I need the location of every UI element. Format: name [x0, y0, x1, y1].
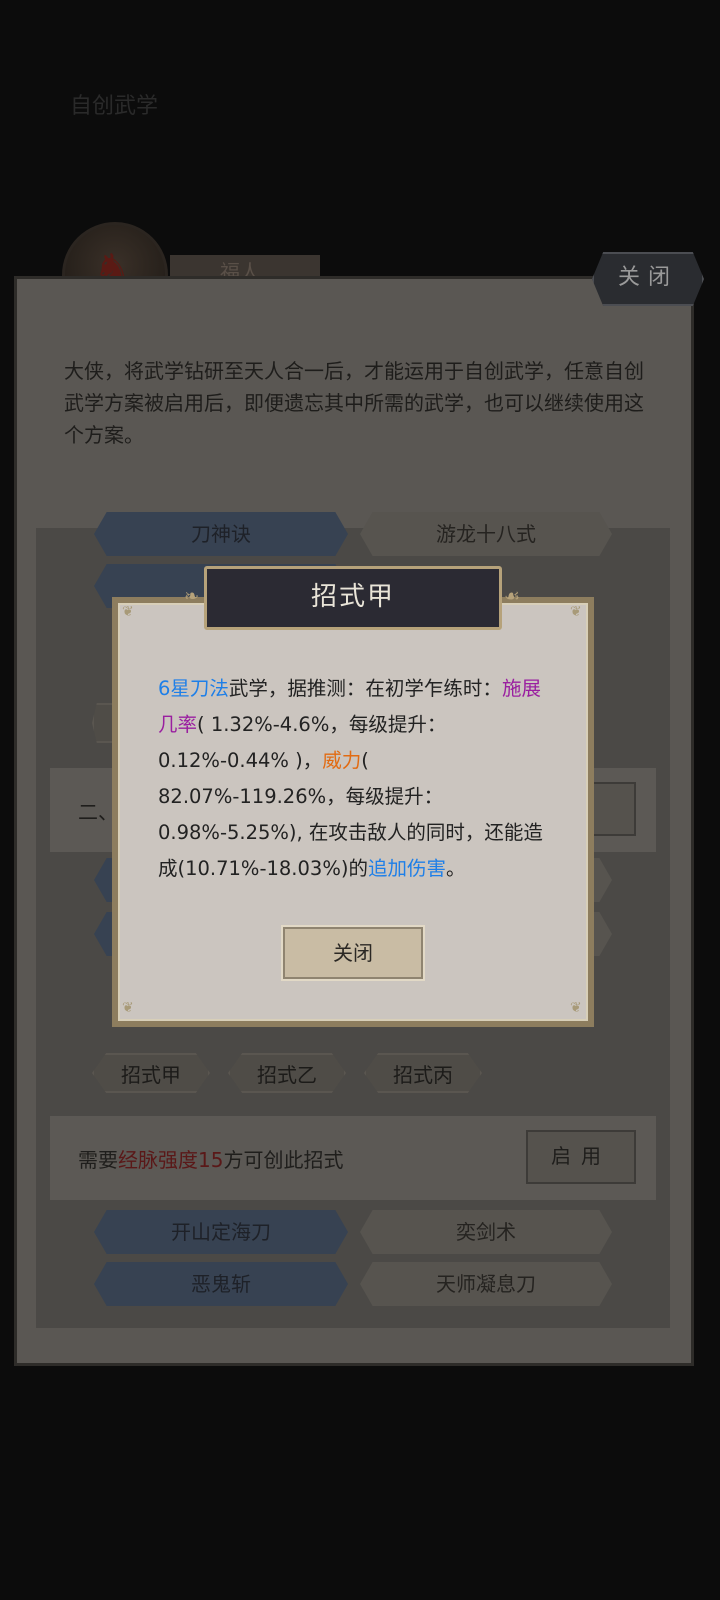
corner-ornament-icon: ❦	[570, 1000, 582, 1016]
skill-slot[interactable]: 天师凝息刀	[360, 1262, 612, 1306]
skill-slot[interactable]: 游龙十八式	[360, 512, 612, 556]
skill-type-highlight: 6星刀法	[158, 677, 229, 700]
skill-slot[interactable]: 奕剑术	[360, 1210, 612, 1254]
enable-button[interactable]: 启用	[526, 1130, 636, 1184]
dialog-description: 6星刀法武学，据推测：在初学乍练时：施展几率( 1.32%-4.6%，每级提升：…	[158, 671, 558, 887]
intro-text: 大侠，将武学钻研至天人合一后，才能运用于自创武学，任意自创武学方案被启用后，即便…	[64, 359, 644, 447]
power-highlight: 威力	[322, 749, 362, 772]
corner-ornament-icon: ❦	[122, 604, 134, 620]
chip-move-a[interactable]: 招式甲	[92, 1053, 210, 1093]
title-ornament-left-icon: ❧	[184, 586, 200, 607]
desc-text: 武学，据推测：在初学乍练时：	[228, 677, 502, 700]
dialog-close-button[interactable]: 关闭	[281, 925, 425, 981]
skill-slot[interactable]: 刀神诀	[94, 512, 348, 556]
title-ornament-right-icon: ☙	[504, 586, 521, 607]
extra-damage-highlight: 追加伤害	[367, 857, 446, 880]
corner-ornament-icon: ❦	[570, 604, 582, 620]
skill-slot[interactable]: 恶鬼斩	[94, 1262, 348, 1306]
chip-move-c[interactable]: 招式丙	[364, 1053, 482, 1093]
desc-text: 。	[445, 857, 466, 880]
dialog-title: 招式甲	[310, 582, 395, 612]
requirement-highlight: 经脉强度15	[118, 1148, 224, 1172]
top-close-button[interactable]: 关闭	[592, 252, 704, 306]
requirement-suffix: 方可创此招式	[223, 1148, 344, 1172]
chip-move-b[interactable]: 招式乙	[228, 1053, 346, 1093]
screen-title: 自创武学	[70, 94, 159, 119]
desc-text: ( 1.32%-4.6%，每级提升：0.12%-0.44% )，	[158, 713, 447, 772]
skill-slot[interactable]: 开山定海刀	[94, 1210, 348, 1254]
requirement-text: 需要经脉强度15方可创此招式	[78, 1144, 343, 1173]
requirement-prefix: 需要	[78, 1148, 118, 1172]
corner-ornament-icon: ❦	[122, 1000, 134, 1016]
